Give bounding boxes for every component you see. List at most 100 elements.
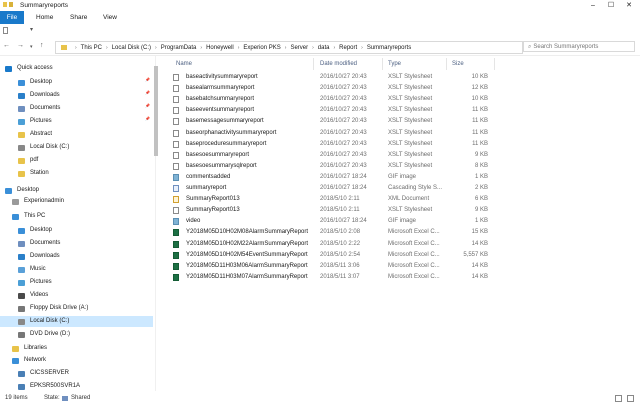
nav-item[interactable]: Desktop bbox=[18, 225, 52, 236]
recent-locations-icon[interactable]: ▾ bbox=[30, 44, 33, 50]
nav-item[interactable]: CICSSERVER bbox=[18, 368, 69, 379]
xls-file-icon bbox=[173, 240, 179, 248]
tab-view[interactable]: View bbox=[103, 11, 117, 24]
file-row[interactable]: Y2018M05D11H03M07AlarmSummaryReport 2018/… bbox=[172, 272, 512, 283]
column-size[interactable]: Size bbox=[452, 61, 464, 67]
nav-item[interactable]: Network bbox=[12, 355, 46, 366]
nav-item-label: Network bbox=[24, 357, 47, 363]
up-icon[interactable]: ↑ bbox=[40, 42, 44, 49]
breadcrumb-item[interactable]: › Local Disk (C:) bbox=[102, 45, 151, 51]
nav-item[interactable]: Videos bbox=[18, 290, 48, 301]
documents-icon bbox=[18, 240, 25, 247]
breadcrumb-item[interactable]: › This PC bbox=[71, 45, 102, 51]
nav-item[interactable]: This PC bbox=[12, 211, 45, 222]
file-list-scrollbar[interactable] bbox=[634, 58, 640, 391]
pin-icon[interactable]: 📌 bbox=[145, 116, 150, 121]
breadcrumb-item[interactable]: › Experion PKS bbox=[234, 45, 281, 51]
forward-icon[interactable]: → bbox=[17, 42, 24, 49]
file-row[interactable]: baseorphanactivitysummaryreport 2016/10/2… bbox=[172, 128, 512, 139]
column-name[interactable]: Name bbox=[176, 61, 192, 67]
file-date: 2016/10/27 20:43 bbox=[320, 107, 367, 114]
nav-item[interactable]: Documents bbox=[18, 103, 60, 114]
file-row[interactable]: baseeventsummaryreport 2016/10/27 20:43 XS… bbox=[172, 105, 512, 116]
breadcrumb-item[interactable]: › data bbox=[308, 45, 329, 51]
navigation-pane: Quick access Desktop 📌 Downloads 📌 Documents 📌… bbox=[0, 56, 156, 391]
nav-item[interactable]: Pictures bbox=[18, 277, 52, 288]
nav-item[interactable]: Experionadmin bbox=[12, 196, 64, 207]
search-input[interactable]: ⌕ Search Summaryreports bbox=[523, 41, 635, 52]
pin-icon[interactable]: 📌 bbox=[145, 103, 150, 108]
breadcrumb-item[interactable]: › Report bbox=[329, 45, 357, 51]
file-row[interactable]: baseactivitysummaryreport 2016/10/27 20:4… bbox=[172, 72, 512, 83]
pin-icon[interactable]: 📌 bbox=[145, 77, 150, 82]
file-row[interactable]: summaryreport 2016/10/27 18:24 Cascading S… bbox=[172, 183, 512, 194]
file-row[interactable]: SummaryReport013 2018/5/10 2:11 XSLT Style… bbox=[172, 205, 512, 216]
file-row[interactable]: Y2018M05D11H03M06AlarmSummaryReport 2018/… bbox=[172, 261, 512, 272]
file-date: 2016/10/27 18:24 bbox=[320, 185, 367, 191]
file-row[interactable]: Y2018M05D10H02M54EventSummaryReport 2018/… bbox=[172, 250, 512, 261]
file-row[interactable]: commentsadded 2016/10/27 18:24 GIF image 1 … bbox=[172, 172, 512, 183]
nav-item-label: Pictures bbox=[30, 118, 52, 124]
large-icons-view-icon[interactable] bbox=[627, 395, 634, 402]
file-row[interactable]: Y2018M05D10H02M08AlarmSummaryReport 2018/… bbox=[172, 227, 512, 238]
folder-icon[interactable] bbox=[9, 2, 13, 7]
file-row[interactable]: basebatchsummaryreport 2016/10/27 20:43 XS… bbox=[172, 94, 512, 105]
file-row[interactable]: Y2018M05D10H02M22AlarmSummaryReport 2018/… bbox=[172, 239, 512, 250]
file-row[interactable]: baseproceduresummaryreport 2016/10/27 20:… bbox=[172, 139, 512, 150]
dropdown-icon[interactable]: ▾ bbox=[30, 26, 33, 33]
file-type: XSLT Stylesheet bbox=[388, 107, 433, 114]
tab-file[interactable]: File bbox=[0, 11, 24, 24]
properties-icon[interactable] bbox=[3, 27, 8, 34]
title-bar: Summaryreports – ☐ ✕ bbox=[0, 0, 640, 11]
file-date: 2016/10/27 20:43 bbox=[320, 96, 367, 103]
nav-item[interactable]: DVD Drive (D:) bbox=[18, 329, 70, 340]
close-icon[interactable]: ✕ bbox=[620, 0, 638, 11]
breadcrumb-item[interactable]: › Honeywell bbox=[196, 45, 233, 51]
breadcrumb-item[interactable]: › Server bbox=[281, 45, 308, 51]
nav-item[interactable]: Station bbox=[18, 168, 49, 179]
nav-item-label: Pictures bbox=[30, 279, 52, 285]
file-row[interactable]: basesoesummaryreport 2016/10/27 20:43 XSLT… bbox=[172, 150, 512, 161]
nav-item[interactable]: Local Disk (C:) bbox=[18, 142, 69, 153]
column-divider[interactable] bbox=[313, 58, 314, 70]
nav-scrollbar[interactable] bbox=[153, 58, 159, 391]
nav-item[interactable]: Downloads bbox=[18, 90, 60, 101]
tab-share[interactable]: Share bbox=[70, 11, 87, 24]
nav-item[interactable]: Quick access bbox=[5, 63, 53, 74]
column-divider[interactable] bbox=[494, 58, 495, 70]
file-row[interactable]: basesoesummarysqlreport 2016/10/27 20:43 X… bbox=[172, 161, 512, 172]
back-icon[interactable]: ← bbox=[3, 42, 10, 49]
nav-item[interactable]: Downloads bbox=[18, 251, 60, 262]
address-bar[interactable]: › This PC › Local Disk (C:) › ProgramData ›… bbox=[55, 41, 523, 54]
file-row[interactable]: basealarmsummaryreport 2016/10/27 20:43 XS… bbox=[172, 83, 512, 94]
address-bar-row: ← → ▾ ↑ › This PC › Local Disk (C:) › Progr… bbox=[0, 38, 640, 56]
nav-item[interactable]: Libraries bbox=[12, 343, 47, 354]
maximize-icon[interactable]: ☐ bbox=[602, 0, 620, 11]
file-row[interactable]: basemessagesummaryreport 2016/10/27 20:43… bbox=[172, 116, 512, 127]
column-divider[interactable] bbox=[446, 58, 447, 70]
nav-item-label: Downloads bbox=[30, 253, 60, 259]
tab-home[interactable]: Home bbox=[36, 11, 53, 24]
breadcrumb-item[interactable]: › ProgramData bbox=[151, 45, 196, 51]
nav-item[interactable]: Floppy Disk Drive (A:) bbox=[18, 303, 88, 314]
breadcrumb-item[interactable]: › Summaryreports bbox=[357, 45, 411, 51]
nav-item[interactable]: Pictures bbox=[18, 116, 52, 127]
nav-item[interactable]: Desktop bbox=[5, 185, 39, 196]
nav-item[interactable]: Music bbox=[18, 264, 46, 275]
file-date: 2016/10/27 18:24 bbox=[320, 173, 367, 180]
file-type: XSLT Stylesheet bbox=[388, 129, 433, 136]
column-type[interactable]: Type bbox=[388, 61, 401, 67]
column-date-modified[interactable]: Date modified bbox=[320, 61, 357, 67]
nav-item[interactable]: Desktop bbox=[18, 77, 52, 88]
nav-item[interactable]: pdf bbox=[18, 155, 38, 166]
file-row[interactable]: video 2016/10/27 18:24 GIF image 1 KB bbox=[172, 216, 512, 227]
minimize-icon[interactable]: – bbox=[584, 0, 602, 11]
column-divider[interactable] bbox=[382, 58, 383, 70]
nav-item[interactable]: Local Disk (C:) bbox=[0, 316, 153, 327]
pin-icon[interactable]: 📌 bbox=[145, 90, 150, 95]
nav-item[interactable]: Documents bbox=[18, 238, 60, 249]
file-row[interactable]: SummaryReport013 2018/5/10 2:11 XML Docume… bbox=[172, 194, 512, 205]
nav-item[interactable]: Abstract bbox=[18, 129, 52, 140]
file-size: 15 KB bbox=[471, 229, 488, 236]
details-view-icon[interactable] bbox=[615, 395, 622, 402]
